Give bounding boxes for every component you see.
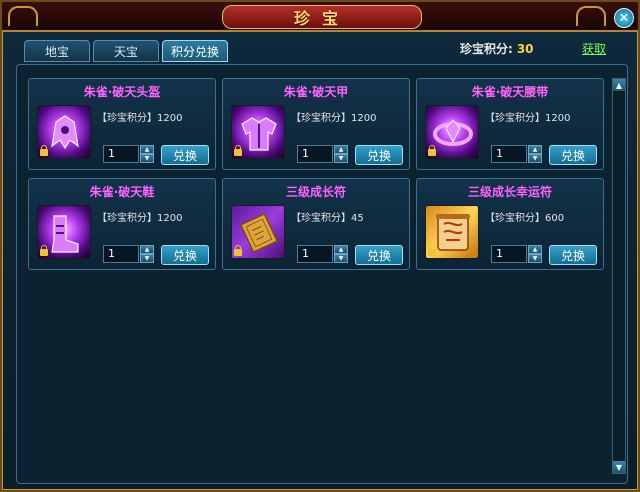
item-price: 【珍宝积分】45 xyxy=(291,213,364,224)
quantity-stepper: ▲ ▼ xyxy=(334,245,348,263)
item-name: 朱雀·破天腰带 xyxy=(471,85,549,99)
item-price: 【珍宝积分】600 xyxy=(485,213,565,224)
tab-tian-bao[interactable]: 天宝 xyxy=(93,40,159,62)
item-price: 【珍宝积分】1200 xyxy=(97,113,183,124)
item-price: 【珍宝积分】1200 xyxy=(97,213,183,224)
item-card: 朱雀·破天鞋 【珍宝积分】1200 1 ▲ ▼ 兑换 xyxy=(28,178,216,270)
item-name: 三级成长幸运符 xyxy=(467,185,552,199)
lock-icon xyxy=(428,145,436,156)
quantity-stepper: ▲ ▼ xyxy=(528,245,542,263)
increment-button[interactable]: ▲ xyxy=(334,145,348,154)
increment-button[interactable]: ▲ xyxy=(528,245,542,254)
lock-icon xyxy=(428,245,436,256)
exchange-button[interactable]: 兑换 xyxy=(355,145,403,165)
decrement-button[interactable]: ▼ xyxy=(334,254,348,263)
quantity-input[interactable]: 1 xyxy=(491,245,527,263)
quantity-stepper: ▲ ▼ xyxy=(140,245,154,263)
exchange-button[interactable]: 兑换 xyxy=(549,145,597,165)
points-label: 珍宝积分: xyxy=(460,42,513,56)
item-name: 朱雀·破天甲 xyxy=(283,85,349,99)
exchange-button[interactable]: 兑换 xyxy=(549,245,597,265)
decrement-button[interactable]: ▼ xyxy=(334,154,348,163)
quantity-input[interactable]: 1 xyxy=(103,145,139,163)
item-card: 三级成长符 【珍宝积分】45 1 ▲ ▼ 兑换 xyxy=(222,178,410,270)
points-value: 30 xyxy=(516,42,534,56)
decrement-button[interactable]: ▼ xyxy=(140,254,154,263)
exchange-button[interactable]: 兑换 xyxy=(355,245,403,265)
item-price: 【珍宝积分】1200 xyxy=(291,113,377,124)
tab-points-exchange[interactable]: 积分兑换 xyxy=(162,40,228,62)
chevron-down-icon: ▼ xyxy=(615,462,623,472)
quantity-input[interactable]: 1 xyxy=(297,145,333,163)
scroll-down-arrow[interactable]: ▼ xyxy=(613,461,625,473)
tab-bar: 地宝 天宝 积分兑换 xyxy=(24,40,228,62)
item-card: 朱雀·破天头盔 【珍宝积分】1200 1 ▲ ▼ 兑换 xyxy=(28,78,216,170)
item-name: 朱雀·破天鞋 xyxy=(89,185,155,199)
title-plaque: 珍宝 xyxy=(222,5,422,29)
lock-icon xyxy=(234,145,242,156)
scroll-growth-icon[interactable] xyxy=(231,205,285,259)
item-price: 【珍宝积分】1200 xyxy=(485,113,571,124)
scroll-lucky-icon[interactable] xyxy=(425,205,479,259)
increment-button[interactable]: ▲ xyxy=(140,145,154,154)
increment-button[interactable]: ▲ xyxy=(528,145,542,154)
purple-boots-icon[interactable] xyxy=(37,205,91,259)
quantity-input[interactable]: 1 xyxy=(103,245,139,263)
increment-button[interactable]: ▲ xyxy=(334,245,348,254)
quantity-input[interactable]: 1 xyxy=(491,145,527,163)
purple-helmet-icon[interactable] xyxy=(37,105,91,159)
chevron-up-icon: ▲ xyxy=(615,80,623,90)
lock-icon xyxy=(40,245,48,256)
quantity-stepper: ▲ ▼ xyxy=(334,145,348,163)
lock-icon xyxy=(234,245,242,256)
decrement-button[interactable]: ▼ xyxy=(528,254,542,263)
quantity-input[interactable]: 1 xyxy=(297,245,333,263)
item-card: 朱雀·破天甲 【珍宝积分】1200 1 ▲ ▼ 兑换 xyxy=(222,78,410,170)
increment-button[interactable]: ▲ xyxy=(140,245,154,254)
title-bar: 珍宝 ✕ xyxy=(2,2,638,32)
purple-belt-icon[interactable] xyxy=(425,105,479,159)
item-card: 三级成长幸运符 【珍宝积分】600 1 ▲ ▼ 兑换 xyxy=(416,178,604,270)
corner-ornament-right xyxy=(576,6,606,26)
close-icon: ✕ xyxy=(618,10,630,26)
quantity-stepper: ▲ ▼ xyxy=(140,145,154,163)
corner-ornament-left xyxy=(8,6,38,26)
purple-armor-icon[interactable] xyxy=(231,105,285,159)
scroll-up-arrow[interactable]: ▲ xyxy=(613,79,625,91)
item-name: 朱雀·破天头盔 xyxy=(83,85,161,99)
quantity-stepper: ▲ ▼ xyxy=(528,145,542,163)
window-title: 珍宝 xyxy=(293,9,350,28)
tab-di-bao[interactable]: 地宝 xyxy=(24,40,90,62)
decrement-button[interactable]: ▼ xyxy=(528,154,542,163)
lock-icon xyxy=(40,145,48,156)
obtain-link[interactable]: 获取 xyxy=(582,40,606,57)
points-display: 珍宝积分: 30 xyxy=(460,40,534,57)
decrement-button[interactable]: ▼ xyxy=(140,154,154,163)
exchange-button[interactable]: 兑换 xyxy=(161,145,209,165)
treasure-window: 珍宝 ✕ 地宝 天宝 积分兑换 珍宝积分: 30 获取 ▲ ▼ 朱雀·破天头盔 【… xyxy=(0,0,640,492)
item-card: 朱雀·破天腰带 【珍宝积分】1200 1 ▲ ▼ 兑换 xyxy=(416,78,604,170)
item-name: 三级成长符 xyxy=(285,185,346,199)
exchange-button[interactable]: 兑换 xyxy=(161,245,209,265)
scrollbar[interactable]: ▲ ▼ xyxy=(612,78,626,474)
close-button[interactable]: ✕ xyxy=(614,8,634,28)
